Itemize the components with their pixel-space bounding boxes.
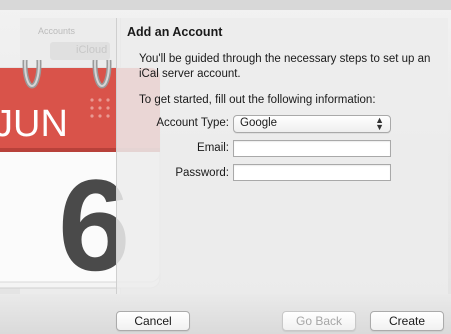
email-field[interactable] xyxy=(233,140,391,157)
background-toolbar xyxy=(0,0,451,10)
cancel-button[interactable]: Cancel xyxy=(116,311,190,331)
sidebar-header: Accounts xyxy=(38,26,76,36)
calendar-month: JUN xyxy=(0,103,68,145)
password-label: Password: xyxy=(175,167,229,179)
account-type-select[interactable]: Google ▲ ▼ xyxy=(233,115,391,133)
go-back-button[interactable]: Go Back xyxy=(282,311,356,331)
sidebar-item-label: iCloud xyxy=(76,44,108,56)
password-field[interactable] xyxy=(233,164,391,181)
create-button[interactable]: Create xyxy=(370,311,444,331)
updown-arrows-icon: ▲ ▼ xyxy=(375,115,384,132)
account-type-label: Account Type: xyxy=(156,117,229,129)
account-type-value: Google xyxy=(240,117,278,129)
intro-text: You'll be guided through the necessary s… xyxy=(139,53,431,80)
sheet-title: Add an Account xyxy=(127,25,223,39)
email-label: Email: xyxy=(197,142,229,154)
add-account-sheet: Add an Account You'll be guided through … xyxy=(116,18,448,294)
sidebar-item-icloud: iCloud xyxy=(50,42,110,60)
prompt-text: To get started, fill out the following i… xyxy=(139,94,376,106)
